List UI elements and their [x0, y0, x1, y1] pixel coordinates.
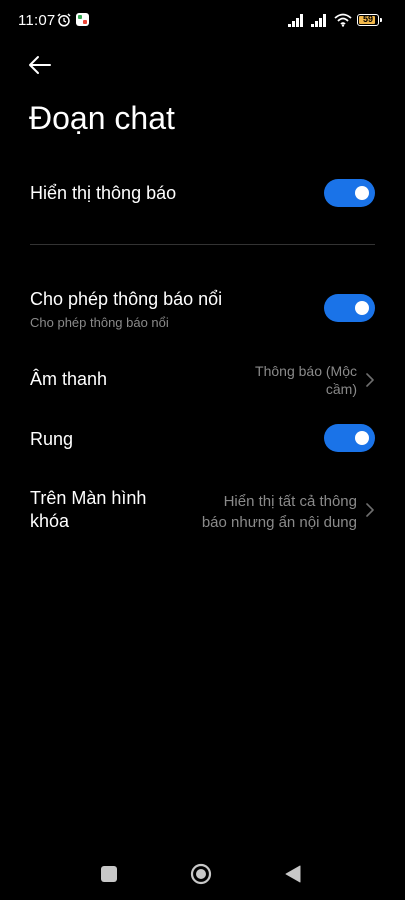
- sound-value: Thông báo (Mộc cầm): [255, 362, 357, 398]
- show-notifications-toggle[interactable]: [324, 179, 375, 207]
- status-bar: 11:07 59: [0, 0, 405, 44]
- navigation-bar: [0, 846, 405, 900]
- recent-apps-square-icon[interactable]: [101, 866, 117, 882]
- cellular-signal-icon-2: [311, 14, 326, 27]
- wifi-icon: [334, 13, 352, 27]
- home-circle-icon[interactable]: [190, 863, 212, 885]
- lock-screen-value: Hiển thị tất cả thông báo nhưng ẩn nội d…: [202, 491, 357, 533]
- alarm-clock-icon: [57, 13, 71, 27]
- lock-screen-value-line2: báo nhưng ẩn nội dung: [201, 514, 357, 531]
- setting-show-notifications[interactable]: Hiển thị thông báo: [0, 170, 405, 216]
- lock-screen-title-line1: Trên Màn hình: [30, 488, 147, 508]
- divider: [30, 244, 375, 245]
- back-triangle-icon[interactable]: [284, 865, 302, 883]
- setting-sound[interactable]: Âm thanh Thông báo (Mộc cầm): [0, 358, 405, 402]
- vibrate-toggle[interactable]: [324, 424, 375, 452]
- sound-value-line2: cầm): [325, 381, 357, 397]
- setting-title: Rung: [30, 429, 74, 449]
- chevron-right-icon: [366, 503, 374, 517]
- sound-value-line1: Thông báo (Mộc: [255, 363, 357, 379]
- battery-icon: 59: [357, 14, 382, 26]
- lock-screen-title-line2: khóa: [30, 511, 70, 531]
- setting-lock-screen[interactable]: Trên Màn hình khóa Hiển thị tất cả thông…: [0, 484, 405, 540]
- setting-title: Cho phép thông báo nổi: [30, 289, 223, 309]
- battery-level: 59: [362, 14, 373, 24]
- setting-title: Âm thanh: [30, 369, 108, 389]
- setting-vibrate[interactable]: Rung: [0, 416, 405, 462]
- setting-title: Hiển thị thông báo: [30, 183, 177, 203]
- cellular-signal-icon: [288, 14, 303, 27]
- app-notification-icon: [76, 13, 89, 26]
- status-time: 11:07: [18, 12, 56, 29]
- back-arrow-icon[interactable]: [24, 50, 56, 80]
- page-title: Đoạn chat: [29, 100, 175, 136]
- setting-title: Trên Màn hình khóa: [30, 487, 146, 533]
- floating-notifications-toggle[interactable]: [324, 294, 375, 322]
- lock-screen-value-line1: Hiển thị tất cả thông: [223, 493, 357, 510]
- chevron-right-icon: [366, 373, 374, 387]
- setting-subtitle: Cho phép thông báo nổi: [30, 315, 169, 330]
- setting-floating-notifications[interactable]: Cho phép thông báo nổi Cho phép thông bá…: [0, 280, 405, 336]
